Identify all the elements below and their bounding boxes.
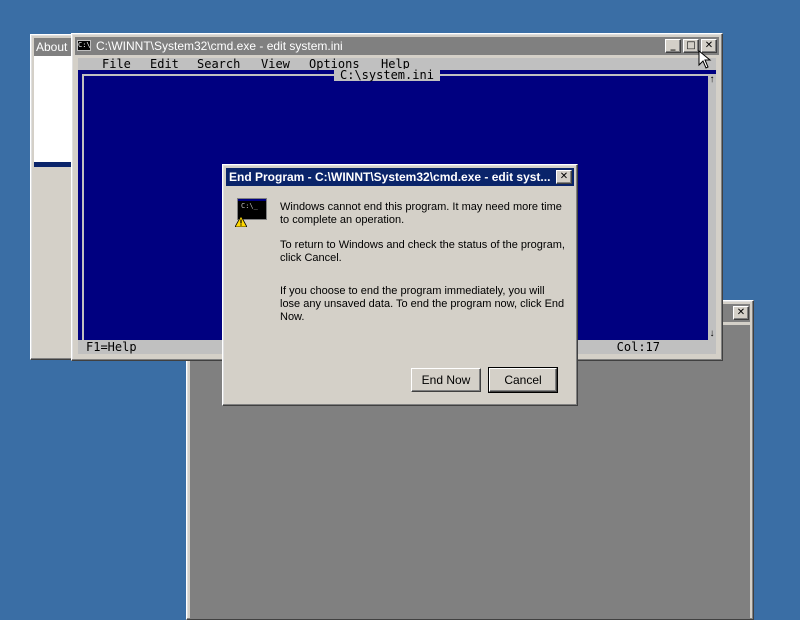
end-now-button[interactable]: End Now [411,368,481,392]
end-program-dialog[interactable]: End Program - C:\WINNT\System32\cmd.exe … [222,164,578,406]
menu-edit[interactable]: Edit [150,58,179,70]
warning-icon [235,216,247,227]
maximize-icon[interactable]: □ [683,39,699,53]
scroll-down-icon[interactable]: ↓ [708,328,716,340]
menu-file[interactable]: File [102,58,131,70]
cmd-icon: C:\ [77,40,91,51]
about-window-title: About [36,40,68,54]
dialog-message-1: Windows cannot end this program. It may … [280,201,562,226]
dialog-message-3: If you choose to end the program immedia… [280,285,565,323]
command-prompt-icon-text: C:\_ [241,202,258,210]
dialog-titlebar[interactable]: End Program - C:\WINNT\System32\cmd.exe … [226,168,574,186]
close-icon[interactable]: ✕ [733,306,749,320]
close-icon[interactable]: ✕ [556,170,572,184]
menu-view[interactable]: View [261,58,290,70]
mouse-cursor-icon [698,50,712,69]
cmd-window-titlebar[interactable]: C:\ C:\WINNT\System32\cmd.exe - edit sys… [75,37,719,55]
dialog-message-2: To return to Windows and check the statu… [280,239,565,264]
dos-scrollbar[interactable]: ↑ ↓ [708,74,716,340]
dialog-title: End Program - C:\WINNT\System32\cmd.exe … [229,170,551,184]
minimize-icon[interactable]: _ [665,39,681,53]
status-help: F1=Help [86,340,137,354]
dos-document-caption: C:\system.ini [334,69,440,81]
cancel-button[interactable]: Cancel [488,367,558,393]
cmd-window-title: C:\WINNT\System32\cmd.exe - edit system.… [96,39,343,53]
status-column: Col:17 [616,340,660,354]
menu-search[interactable]: Search [197,58,240,70]
scroll-up-icon[interactable]: ↑ [708,74,716,86]
